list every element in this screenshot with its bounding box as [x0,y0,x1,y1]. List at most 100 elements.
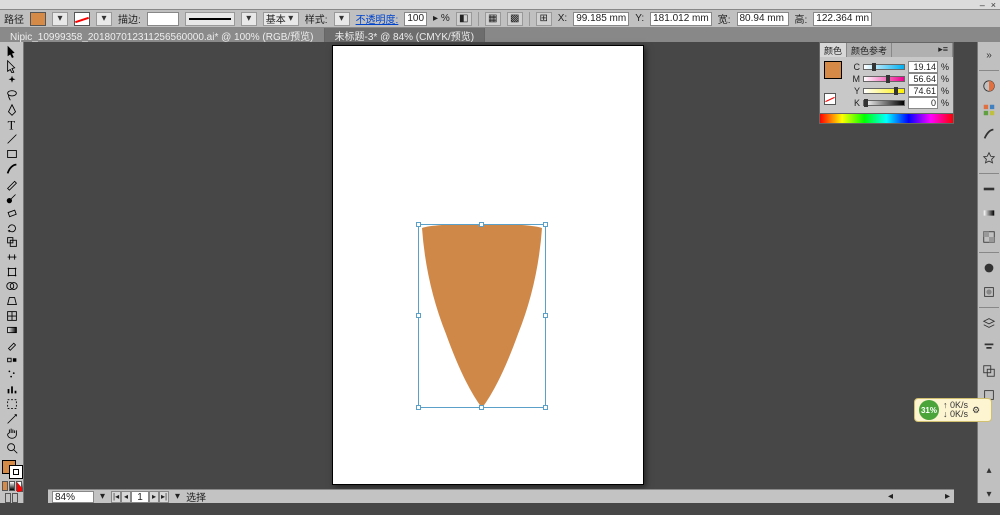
artboard-number[interactable]: 1 [131,491,149,503]
w-field[interactable]: 80.94 mm [737,12,789,26]
dock-collapse-icon[interactable]: » [980,46,998,64]
width-tool[interactable] [2,250,22,265]
panel-fill-swatch[interactable] [824,61,842,79]
zoom-field[interactable]: 84% [52,491,94,503]
type-tool[interactable]: T [2,117,22,132]
symbol-sprayer-tool[interactable] [2,367,22,382]
doc-tab-1[interactable]: 未标题-3* @ 84% (CMYK/预览) [325,28,486,42]
eyedropper-tool[interactable] [2,338,22,353]
fill-dropdown[interactable]: ▾ [52,12,68,26]
close-btn[interactable]: × [991,0,996,10]
x-field[interactable]: 99.185 mm [573,12,629,26]
y-slider[interactable] [863,88,905,94]
free-transform-tool[interactable] [2,264,22,279]
scroll-down-icon[interactable]: ▾ [980,485,998,503]
color-spectrum[interactable] [820,113,953,123]
next-artboard-btn[interactable]: ▸ [149,491,159,503]
scale-tool[interactable] [2,235,22,250]
fill-swatch[interactable] [30,12,46,26]
stroke-profile-dropdown[interactable]: ▾ [241,12,257,26]
recolor-icon[interactable]: ◧ [456,12,472,26]
color-picker-icon[interactable] [980,77,998,95]
eraser-tool[interactable] [2,206,22,221]
color-panel-tab-guide[interactable]: 颜色参考 [847,43,892,57]
c-slider[interactable] [863,64,905,70]
k-value[interactable]: 0 [908,97,938,109]
blend-tool[interactable] [2,352,22,367]
appearance-icon[interactable] [980,259,998,277]
rotate-tool[interactable] [2,220,22,235]
selection-tool[interactable] [2,44,22,59]
layers-icon[interactable] [980,314,998,332]
zoom-tool[interactable] [2,441,22,456]
brushes-icon[interactable] [980,125,998,143]
last-artboard-btn[interactable]: ▸| [159,491,169,503]
align-icon[interactable] [980,338,998,356]
pathfinder-icon[interactable] [980,362,998,380]
blob-brush-tool[interactable] [2,191,22,206]
k-slider[interactable] [863,100,905,106]
hand-tool[interactable] [2,426,22,441]
slice-tool[interactable] [2,411,22,426]
h-field[interactable]: 122.364 mn [813,12,872,26]
artboard-nav-caret[interactable]: ▾ [175,491,180,502]
gradient-tool[interactable] [2,323,22,338]
graphic-styles-icon[interactable] [980,283,998,301]
stroke-dropdown[interactable]: ▾ [96,12,112,26]
direct-selection-tool[interactable] [2,59,22,74]
stroke-profile[interactable] [185,12,235,26]
prev-artboard-btn[interactable]: ◂ [121,491,131,503]
style-dropdown[interactable]: ▾ [334,12,350,26]
shape-builder-tool[interactable] [2,279,22,294]
line-tool[interactable] [2,132,22,147]
panel-none-swatch[interactable] [824,93,836,105]
canvas-area[interactable]: 84% ▾ |◂ ◂ 1 ▸ ▸| ▾ 选择 ◂ ▸ 颜色 颜色参考 ▸≡ [24,42,977,503]
scroll-right-btn[interactable]: ▸ [945,491,950,502]
style-label: 样式: [305,11,328,26]
color-panel-menu[interactable]: ▸≡ [934,43,953,57]
doc-tab-0[interactable]: Nipic_10999358_201807012311256560000.ai*… [0,28,325,42]
ref-point-icon[interactable]: ⊞ [536,12,552,26]
graph-tool[interactable] [2,382,22,397]
scroll-up-icon[interactable]: ▴ [980,461,998,479]
minimize-btn[interactable]: – [980,0,985,10]
align-icon[interactable]: ▦ [485,12,501,26]
current-stroke[interactable] [9,465,23,479]
m-value[interactable]: 56.64 [908,73,938,85]
selected-shape[interactable] [418,224,546,408]
selection-type-label: 路径 [4,11,24,26]
network-indicator[interactable]: 31% ↑ 0K/s ↓ 0K/s ⚙ [914,398,992,422]
rectangle-tool[interactable] [2,147,22,162]
stroke-panel-icon[interactable] [980,180,998,198]
color-panel-tab-color[interactable]: 颜色 [820,43,847,57]
y-value[interactable]: 74.61 [908,85,938,97]
gradient-panel-icon[interactable] [980,204,998,222]
perspective-tool[interactable] [2,294,22,309]
fill-stroke-indicator[interactable] [1,459,23,479]
color-mode-row[interactable] [2,481,22,491]
zoom-dropdown-caret[interactable]: ▾ [100,491,105,502]
scroll-left-btn[interactable]: ◂ [888,491,893,502]
lasso-tool[interactable] [2,88,22,103]
c-value[interactable]: 19.14 [908,61,938,73]
pen-tool[interactable] [2,103,22,118]
first-artboard-btn[interactable]: |◂ [111,491,121,503]
opacity-field[interactable]: 100 [404,12,427,26]
transform-icon[interactable]: ▩ [507,12,523,26]
m-slider[interactable] [863,76,905,82]
mesh-tool[interactable] [2,308,22,323]
stroke-weight-field[interactable] [147,12,179,26]
indicator-accel-icon[interactable]: ⚙ [972,405,980,416]
artboard-tool[interactable] [2,397,22,412]
transparency-icon[interactable] [980,228,998,246]
paintbrush-tool[interactable] [2,162,22,177]
symbols-icon[interactable] [980,149,998,167]
y-field[interactable]: 181.012 mm [650,12,712,26]
pencil-tool[interactable] [2,176,22,191]
magic-wand-tool[interactable] [2,73,22,88]
brush-def-dropdown[interactable]: 基本▾ [263,12,299,26]
stroke-swatch[interactable] [74,12,90,26]
opacity-label[interactable]: 不透明度: [356,11,399,26]
swatches-icon[interactable] [980,101,998,119]
screen-mode-row[interactable] [5,493,18,503]
